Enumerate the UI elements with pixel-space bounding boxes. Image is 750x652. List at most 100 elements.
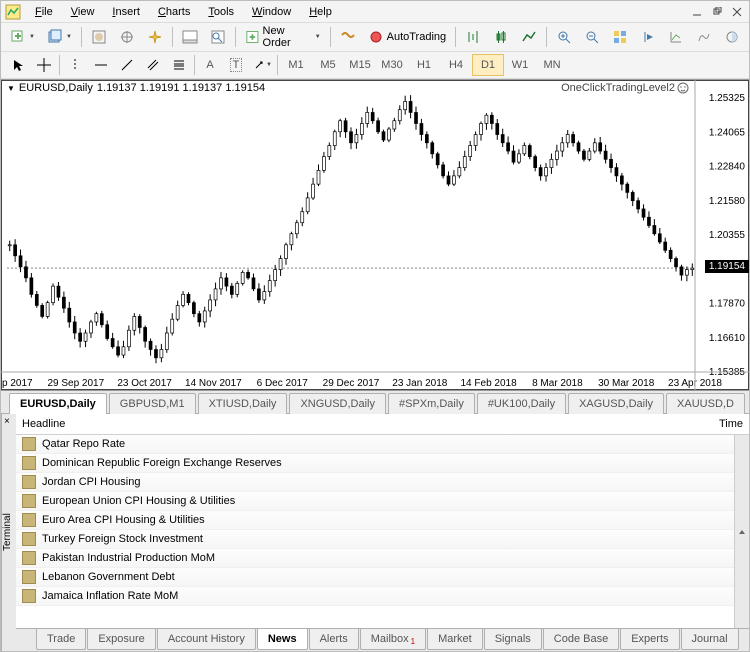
chart-tab[interactable]: #UK100,Daily	[477, 393, 566, 414]
news-row[interactable]: Qatar Repo Rate	[16, 435, 734, 454]
timeframe-w1[interactable]: W1	[504, 54, 536, 76]
menu-insert[interactable]: Insert	[104, 4, 148, 20]
news-row[interactable]: Euro Area CPI Housing & Utilities	[16, 511, 734, 530]
indicators-button[interactable]	[663, 25, 689, 49]
terminal-close-button[interactable]: ×	[4, 416, 10, 427]
news-row[interactable]: Pakistan Industrial Production MoM	[16, 549, 734, 568]
timeframe-m5[interactable]: M5	[312, 54, 344, 76]
timeframe-h4[interactable]: H4	[440, 54, 472, 76]
minimize-button[interactable]	[689, 5, 705, 19]
auto-trading-button[interactable]: AutoTrading	[363, 25, 452, 49]
chart-area[interactable]: ▼ EURUSD,Daily 1.19137 1.19191 1.19137 1…	[1, 79, 749, 391]
terminal-tab-account-history[interactable]: Account History	[157, 629, 256, 650]
timeframe-h1[interactable]: H1	[408, 54, 440, 76]
close-button[interactable]	[729, 5, 745, 19]
chart-tab[interactable]: #SPXm,Daily	[388, 393, 475, 414]
terminal-tab-trade[interactable]: Trade	[36, 629, 86, 650]
text-label-tool[interactable]: T	[223, 54, 249, 76]
navigator-button[interactable]	[142, 25, 168, 49]
candlestick-button[interactable]	[488, 25, 514, 49]
news-headline: Turkey Foreign Stock Investment	[42, 533, 203, 545]
timeframe-mn[interactable]: MN	[536, 54, 568, 76]
chart-tab[interactable]: XTIUSD,Daily	[198, 393, 288, 414]
chart-shift-button[interactable]	[635, 25, 661, 49]
chart-tab[interactable]: GBPUSD,M1	[109, 393, 196, 414]
menu-help[interactable]: Help	[301, 4, 340, 20]
line-chart-button[interactable]	[516, 25, 542, 49]
svg-text:29 Sep 2017: 29 Sep 2017	[47, 378, 104, 389]
strategy-tester-button[interactable]	[205, 25, 231, 49]
zoom-out-button[interactable]	[579, 25, 605, 49]
news-header-time[interactable]: Time	[719, 418, 743, 430]
news-header: Headline Time	[16, 414, 749, 435]
news-row[interactable]: Turkey Foreign Stock Investment	[16, 530, 734, 549]
application-window: File View Insert Charts Tools Window Hel…	[0, 0, 750, 652]
terminal-tab-mailbox[interactable]: Mailbox1	[360, 629, 426, 650]
auto-scroll-button[interactable]	[607, 25, 633, 49]
news-row[interactable]: European Union CPI Housing & Utilities	[16, 492, 734, 511]
chart-title: ▼ EURUSD,Daily 1.19137 1.19191 1.19137 1…	[7, 82, 265, 94]
terminal-tab-code-base[interactable]: Code Base	[543, 629, 619, 650]
menu-tools[interactable]: Tools	[200, 4, 242, 20]
mailbox-badge: 1	[411, 637, 415, 646]
zoom-in-button[interactable]	[551, 25, 577, 49]
terminal-tab-signals[interactable]: Signals	[484, 629, 542, 650]
menu-view[interactable]: View	[63, 4, 103, 20]
news-row[interactable]: Dominican Republic Foreign Exchange Rese…	[16, 454, 734, 473]
terminal-tab-alerts[interactable]: Alerts	[309, 629, 359, 650]
news-list[interactable]: Qatar Repo Rate Dominican Republic Foreig…	[16, 435, 734, 628]
news-row[interactable]: Lebanon Government Debt	[16, 568, 734, 587]
text-tool[interactable]: A	[197, 54, 223, 76]
arrows-tool[interactable]: ▼	[249, 54, 275, 76]
timeframe-m1[interactable]: M1	[280, 54, 312, 76]
chart-tab[interactable]: XAGUSD,Daily	[568, 393, 664, 414]
chart-tab[interactable]: XAUUSD,D	[666, 393, 745, 414]
cursor-tool[interactable]	[5, 54, 31, 76]
calendar-icon	[22, 551, 36, 565]
new-order-button[interactable]: New Order▼	[240, 25, 326, 49]
new-chart-button[interactable]: ▼	[5, 25, 40, 49]
templates-button[interactable]	[719, 25, 745, 49]
data-window-button[interactable]	[114, 25, 140, 49]
fibonacci-tool[interactable]	[166, 54, 192, 76]
trendline-tool[interactable]	[114, 54, 140, 76]
candlestick-chart[interactable]: 1.253251.240651.228401.215801.203551.191…	[1, 80, 749, 390]
equidistant-channel-tool[interactable]	[140, 54, 166, 76]
menu-window[interactable]: Window	[244, 4, 299, 20]
terminal-tab-experts[interactable]: Experts	[620, 629, 679, 650]
terminal-tab-market[interactable]: Market	[427, 629, 483, 650]
terminal-tab-journal[interactable]: Journal	[681, 629, 739, 650]
timeframe-m30[interactable]: M30	[376, 54, 408, 76]
current-price-tag: 1.19154	[705, 260, 749, 273]
profiles-button[interactable]: ▼	[42, 25, 77, 49]
bar-chart-button[interactable]	[460, 25, 486, 49]
news-headline: Dominican Republic Foreign Exchange Rese…	[42, 457, 282, 469]
timeframe-m15[interactable]: M15	[344, 54, 376, 76]
svg-text:6 Dec 2017: 6 Dec 2017	[257, 378, 309, 389]
chart-tab[interactable]: XNGUSD,Daily	[289, 393, 386, 414]
restore-button[interactable]	[709, 5, 725, 19]
crosshair-tool[interactable]	[31, 54, 57, 76]
metaeditor-button[interactable]	[335, 25, 361, 49]
terminal-tab-news[interactable]: News	[257, 629, 308, 650]
news-header-headline[interactable]: Headline	[22, 418, 719, 430]
chart-tab[interactable]: EURUSD,Daily	[9, 393, 107, 414]
timeframe-d1[interactable]: D1	[472, 54, 504, 76]
terminal-button[interactable]	[177, 25, 203, 49]
news-row[interactable]: Jordan CPI Housing	[16, 473, 734, 492]
news-headline: European Union CPI Housing & Utilities	[42, 495, 235, 507]
horizontal-line-tool[interactable]	[88, 54, 114, 76]
terminal-tab-exposure[interactable]: Exposure	[87, 629, 155, 650]
svg-text:1.20355: 1.20355	[709, 230, 746, 241]
vertical-line-tool[interactable]	[62, 54, 88, 76]
news-row[interactable]: Jamaica Inflation Rate MoM	[16, 587, 734, 606]
calendar-icon	[22, 437, 36, 451]
svg-text:7 Sep 2017: 7 Sep 2017	[1, 378, 33, 389]
periods-button[interactable]	[691, 25, 717, 49]
market-watch-button[interactable]	[86, 25, 112, 49]
menu-charts[interactable]: Charts	[150, 4, 198, 20]
drawing-toolbar: A T ▼ M1M5M15M30H1H4D1W1MN	[1, 52, 749, 79]
scroll-up-button[interactable]	[734, 435, 749, 628]
menu-file[interactable]: File	[27, 4, 61, 20]
app-icon	[5, 4, 21, 20]
